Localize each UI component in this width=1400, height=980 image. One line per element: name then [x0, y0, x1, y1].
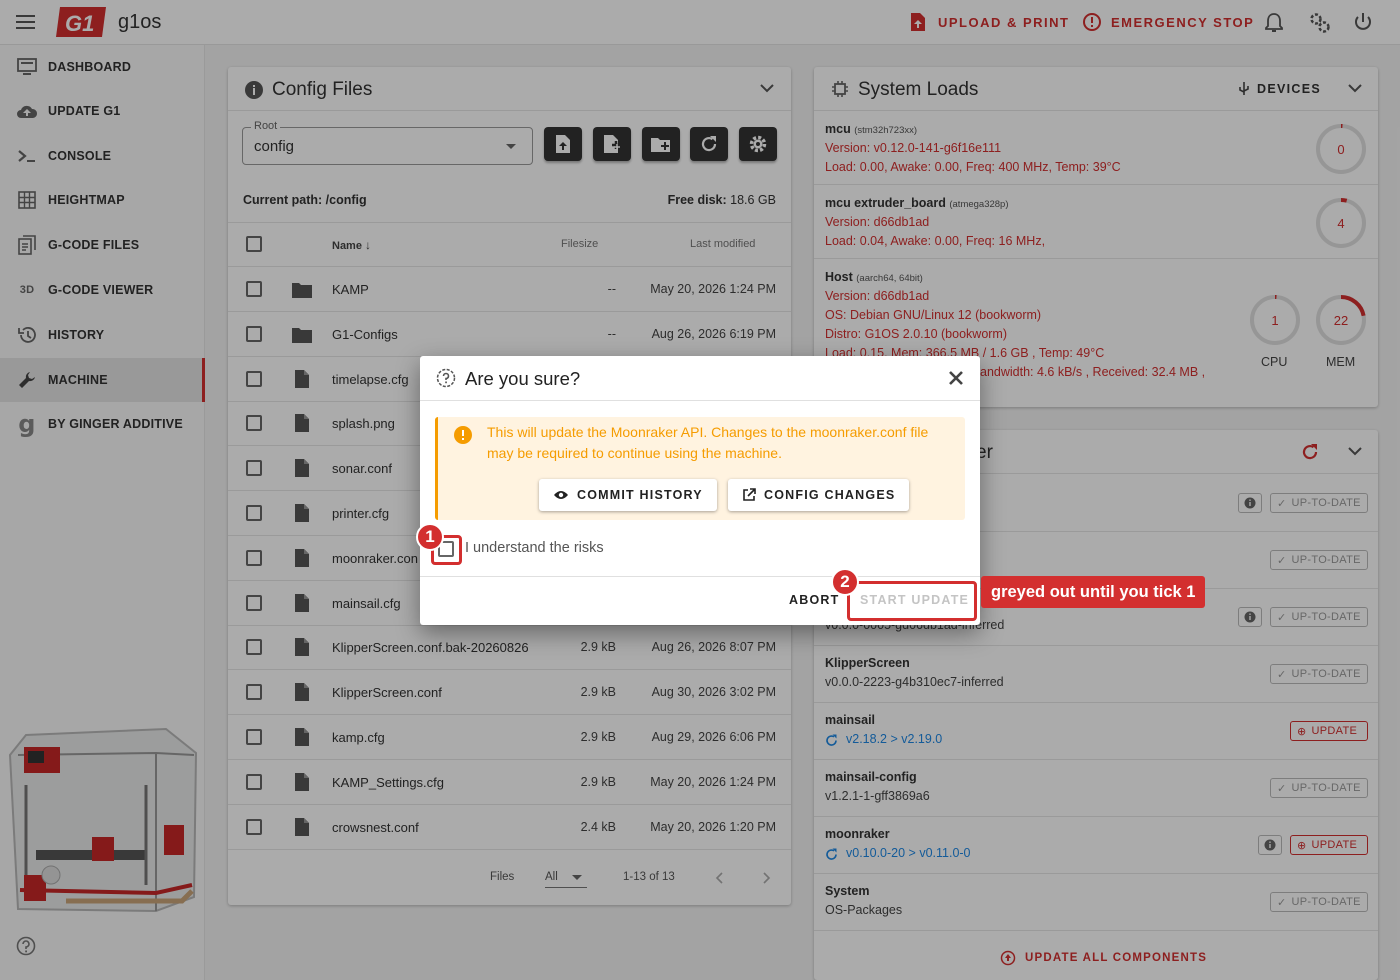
alert-circle-icon — [454, 426, 472, 444]
dialog-header: Are you sure? — [420, 356, 980, 401]
question-circle-icon — [436, 368, 456, 388]
start-update-highlight — [847, 581, 977, 621]
dialog-title: Are you sure? — [465, 368, 581, 389]
step-2-marker: 2 — [831, 568, 859, 596]
close-icon[interactable] — [949, 371, 963, 385]
warning-alert: This will update the Moonraker API. Chan… — [435, 417, 965, 520]
config-changes-label: CONFIG CHANGES — [764, 488, 896, 502]
abort-button[interactable]: ABORT — [789, 593, 839, 607]
understand-risks-label[interactable]: I understand the risks — [465, 540, 604, 556]
warning-text: This will update the Moonraker API. Chan… — [487, 424, 929, 461]
step-1-marker: 1 — [416, 523, 444, 551]
open-in-new-icon — [743, 488, 756, 501]
config-changes-button[interactable]: CONFIG CHANGES — [728, 479, 910, 511]
commit-history-label: COMMIT HISTORY — [577, 488, 703, 502]
commit-history-button[interactable]: COMMIT HISTORY — [539, 479, 717, 511]
eye-icon — [554, 491, 568, 499]
callout-label: greyed out until you tick 1 — [981, 576, 1206, 608]
